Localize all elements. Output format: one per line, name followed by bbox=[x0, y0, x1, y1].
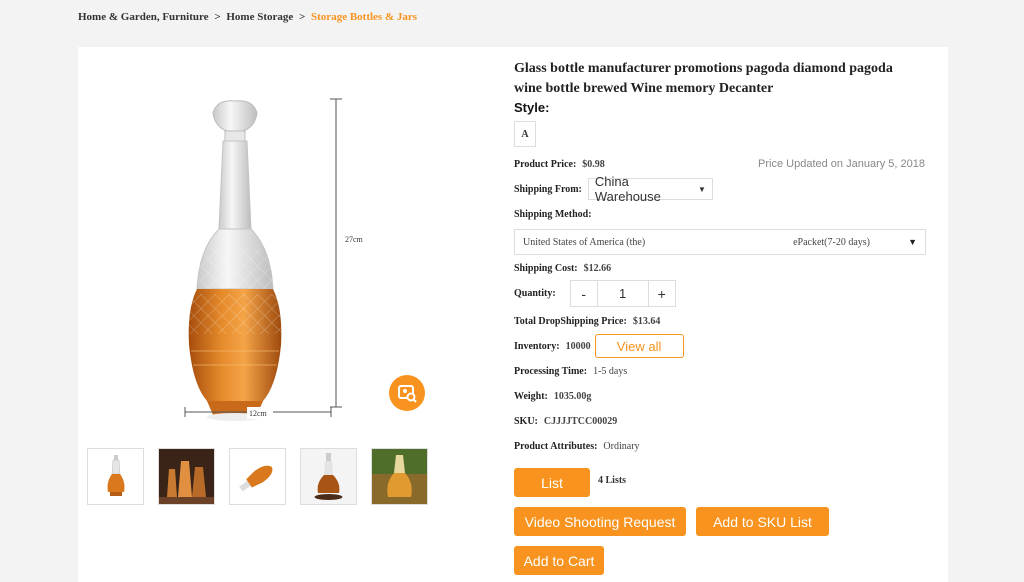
ship-method-select[interactable]: United States of America (the) ePacket(7… bbox=[514, 229, 926, 255]
ship-method-row: Shipping Method: bbox=[514, 209, 598, 220]
price-row: Product Price: $0.98 bbox=[514, 159, 605, 170]
video-shooting-request-button[interactable]: Video Shooting Request bbox=[514, 507, 686, 536]
width-dimension-label: 12cm bbox=[249, 409, 268, 418]
inventory-value: 10000 bbox=[565, 340, 591, 352]
sku-row: SKU: CJJJJTCC00029 bbox=[514, 416, 617, 427]
height-dimension-label: 27cm bbox=[345, 235, 364, 244]
inventory-label: Inventory: bbox=[514, 340, 560, 352]
ship-cost-label: Shipping Cost: bbox=[514, 263, 578, 274]
sku-label: SKU: bbox=[514, 416, 538, 427]
product-card: 27cm 12cm Glass bottle manufacturer prom… bbox=[78, 47, 948, 582]
breadcrumb-home-storage[interactable]: Home Storage bbox=[226, 11, 293, 23]
sku-value: CJJJJTCC00029 bbox=[543, 416, 618, 427]
thumbnail-3[interactable] bbox=[229, 448, 286, 505]
price-value: $0.98 bbox=[582, 159, 605, 170]
ship-method-label: Shipping Method: bbox=[514, 209, 592, 220]
attributes-row: Product Attributes: Ordinary bbox=[514, 441, 640, 452]
price-label: Product Price: bbox=[514, 159, 577, 170]
ship-from-row: Shipping From: China Warehouse ▼ bbox=[514, 174, 713, 204]
lists-count: 4 Lists bbox=[598, 475, 627, 486]
thumbnail-4[interactable] bbox=[300, 448, 357, 505]
breadcrumb: Home & Garden, Furniture > Home Storage … bbox=[78, 11, 417, 23]
view-all-button[interactable]: View all bbox=[594, 334, 684, 358]
quantity-row: Quantity: - 1 + bbox=[514, 280, 676, 307]
ship-cost-value: $12.66 bbox=[583, 263, 612, 274]
breadcrumb-separator: > bbox=[214, 11, 221, 23]
processing-label: Processing Time: bbox=[514, 366, 588, 377]
quantity-decrease-button[interactable]: - bbox=[570, 281, 597, 306]
bottles-set-thumbnail bbox=[159, 449, 214, 504]
quantity-label: Quantity: bbox=[514, 288, 556, 299]
ship-cost-row: Shipping Cost: $12.66 bbox=[514, 263, 611, 274]
total-label: Total DropShipping Price: bbox=[514, 316, 627, 327]
quantity-stepper: - 1 + bbox=[569, 280, 676, 307]
ship-from-label: Shipping From: bbox=[514, 183, 582, 195]
caret-down-icon: ▼ bbox=[908, 237, 917, 247]
attributes-value: Ordinary bbox=[603, 441, 640, 452]
thumbnail-5[interactable] bbox=[371, 448, 428, 505]
ship-from-value: China Warehouse bbox=[594, 174, 661, 204]
style-option-a[interactable]: A bbox=[514, 121, 536, 147]
attributes-label: Product Attributes: bbox=[514, 441, 598, 452]
decanter-closeup-thumbnail bbox=[301, 449, 356, 504]
thumbnail-2[interactable] bbox=[158, 448, 215, 505]
thumbnail-strip bbox=[87, 448, 428, 505]
total-row: Total DropShipping Price: $13.64 bbox=[514, 316, 660, 327]
quantity-input[interactable]: 1 bbox=[596, 281, 649, 306]
ship-from-select[interactable]: China Warehouse ▼ bbox=[587, 174, 713, 204]
decanter-image: 27cm 12cm bbox=[184, 98, 369, 421]
add-to-cart-button[interactable]: Add to Cart bbox=[514, 546, 604, 575]
image-search-icon bbox=[398, 385, 417, 403]
processing-value: 1-5 days bbox=[593, 366, 628, 377]
weight-value: 1035.00g bbox=[553, 391, 592, 402]
breadcrumb-current[interactable]: Storage Bottles & Jars bbox=[311, 11, 417, 23]
caret-down-icon: ▼ bbox=[697, 184, 706, 194]
weight-row: Weight: 1035.00g bbox=[514, 391, 591, 402]
processing-row: Processing Time: 1-5 days bbox=[514, 366, 627, 377]
lying-bottle-thumbnail bbox=[239, 465, 273, 492]
image-zoom-button[interactable] bbox=[389, 375, 425, 411]
inventory-row: Inventory: 10000 View all bbox=[514, 334, 684, 358]
ship-method-value: ePacket(7-20 days) bbox=[793, 236, 870, 248]
quantity-increase-button[interactable]: + bbox=[648, 281, 675, 306]
total-value: $13.64 bbox=[632, 316, 661, 327]
add-to-sku-list-button[interactable]: Add to SKU List bbox=[696, 507, 829, 536]
list-button[interactable]: List bbox=[514, 468, 590, 497]
product-title: Glass bottle manufacturer promotions pag… bbox=[514, 61, 893, 96]
main-product-image[interactable]: 27cm 12cm bbox=[95, 89, 369, 431]
ship-country-value: United States of America (the) bbox=[523, 236, 646, 248]
breadcrumb-home-garden[interactable]: Home & Garden, Furniture bbox=[78, 11, 209, 23]
breadcrumb-separator: > bbox=[299, 11, 306, 23]
price-updated-text: Price Updated on January 5, 2018 bbox=[758, 158, 925, 170]
decanter-lifestyle-thumbnail bbox=[372, 449, 427, 504]
decanter-thumbnail bbox=[107, 454, 124, 496]
thumbnail-1[interactable] bbox=[87, 448, 144, 505]
style-label: Style: bbox=[514, 100, 550, 115]
weight-label: Weight: bbox=[514, 391, 548, 402]
